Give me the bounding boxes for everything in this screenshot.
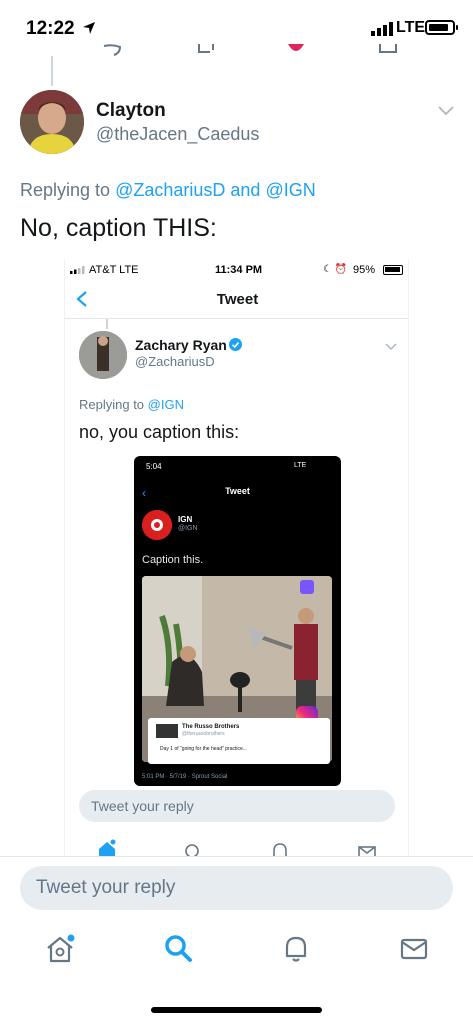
author-name[interactable]: Clayton xyxy=(96,100,166,122)
embedded-tab-bar xyxy=(65,837,408,857)
like-icon[interactable] xyxy=(286,44,306,56)
home-icon[interactable] xyxy=(44,932,76,964)
replying-user-link[interactable]: @IGN xyxy=(265,180,315,200)
embedded-replying-user: @IGN xyxy=(147,397,184,412)
card-text: Day 1 of "going for the head" practice..… xyxy=(160,746,247,752)
replying-prefix: Replying to xyxy=(20,180,111,200)
nested-quote-card: The Russo Brothers @therussobrothers Day… xyxy=(148,718,330,764)
embedded-battery-percent: 95% xyxy=(353,264,376,276)
embedded-tweet-text: no, you caption this: xyxy=(79,422,240,442)
replying-user-link[interactable]: @ZachariusD xyxy=(115,180,225,200)
retweet-icon[interactable] xyxy=(196,44,216,56)
bell-icon[interactable] xyxy=(280,932,312,964)
card-handle: @therussobrothers xyxy=(182,731,225,737)
replying-to: Replying to @ZachariusD and @IGN xyxy=(20,180,316,201)
mail-icon[interactable] xyxy=(398,932,430,964)
moon-icon: ☾ ⏰ xyxy=(323,264,348,275)
home-indicator[interactable] xyxy=(151,1007,322,1013)
chevron-down-icon xyxy=(385,343,397,351)
mail-icon xyxy=(358,846,376,857)
embedded-author-handle: @ZachariusD xyxy=(135,354,215,369)
tab-bar xyxy=(0,920,473,980)
author-handle[interactable]: @theJacen_Caedus xyxy=(96,124,259,145)
divider xyxy=(0,856,473,857)
nested-time: 5:04 xyxy=(146,462,162,471)
nested-screenshot: 5:04 LTE ‹ Tweet IGN @IGN Caption this. xyxy=(134,456,341,786)
signal-icon xyxy=(371,22,393,36)
replying-and: and xyxy=(230,180,261,200)
embedded-title: Tweet xyxy=(216,291,259,308)
reply-icon[interactable] xyxy=(102,44,122,56)
search-icon[interactable] xyxy=(162,932,194,964)
home-icon xyxy=(99,839,116,857)
embedded-status-bar: AT&T LTE 11:34 PM ☾ ⏰ 95% xyxy=(65,259,408,281)
embedded-replying-prefix: Replying to xyxy=(79,397,145,412)
card-thumbnail-icon xyxy=(156,724,178,738)
battery-icon xyxy=(383,265,403,275)
previous-tweet-actions xyxy=(0,44,473,62)
embedded-header: Tweet xyxy=(65,281,408,319)
embedded-carrier: AT&T LTE xyxy=(89,264,139,276)
tweet-image[interactable]: AT&T LTE 11:34 PM ☾ ⏰ 95% Tweet Zachary … xyxy=(64,259,409,857)
avatar[interactable] xyxy=(20,90,84,154)
share-icon[interactable] xyxy=(378,44,398,56)
avatar xyxy=(79,331,127,379)
thread-line xyxy=(51,56,53,86)
embedded-reply-bar: Tweet your reply xyxy=(79,790,395,822)
card-name: The Russo Brothers xyxy=(182,724,240,730)
signal-icon xyxy=(70,266,85,274)
tweet-text: No, caption THIS: xyxy=(20,214,217,242)
nested-footer: 5:01 PM · 5/7/19 · Sprout Social xyxy=(142,774,228,780)
verified-badge-icon xyxy=(229,338,242,351)
search-icon xyxy=(185,844,199,857)
ign-logo xyxy=(142,510,172,540)
battery-icon xyxy=(425,20,458,35)
embedded-author-name: Zachary Ryan xyxy=(135,337,227,353)
nested-author-name: IGN xyxy=(178,515,193,524)
location-arrow-icon xyxy=(83,22,95,34)
embedded-time: 11:34 PM xyxy=(215,264,263,276)
nested-title: Tweet xyxy=(225,486,250,496)
embedded-reply-placeholder: Tweet your reply xyxy=(91,798,194,814)
chevron-down-icon[interactable] xyxy=(438,106,454,116)
nested-author-handle: @IGN xyxy=(178,525,198,532)
embedded-replying-to: Replying to @IGN xyxy=(79,397,184,412)
nested-tweet-text: Caption this. xyxy=(142,554,204,566)
bell-icon xyxy=(273,843,287,857)
nested-network: LTE xyxy=(294,462,307,469)
thread-line xyxy=(106,319,108,329)
reply-placeholder: Tweet your reply xyxy=(36,877,176,898)
add-icon xyxy=(300,580,314,594)
status-time: 12:22 xyxy=(26,18,75,39)
network-type: LTE xyxy=(396,19,426,36)
nested-header: ‹ Tweet xyxy=(134,480,341,502)
reply-input[interactable]: Tweet your reply xyxy=(20,866,453,910)
